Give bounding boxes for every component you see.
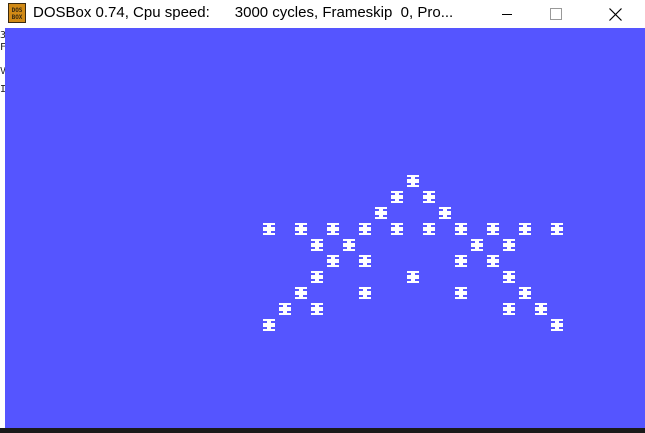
svg-text:DOS: DOS xyxy=(12,7,23,14)
star-asterisk-glyph xyxy=(421,190,437,208)
star-asterisk-glyph xyxy=(261,318,277,336)
star-asterisk-glyph xyxy=(501,270,517,288)
star-asterisk-glyph xyxy=(453,254,469,272)
star-asterisk-glyph xyxy=(405,270,421,288)
star-asterisk-glyph xyxy=(389,222,405,240)
star-asterisk-glyph xyxy=(469,238,485,256)
maximize-icon xyxy=(550,8,562,20)
star-asterisk-glyph xyxy=(549,318,565,336)
star-asterisk-glyph xyxy=(405,174,421,192)
star-asterisk-glyph xyxy=(277,302,293,320)
window-title: DOSBox 0.74, Cpu speed: 3000 cycles, Fra… xyxy=(33,4,454,21)
star-asterisk-glyph xyxy=(261,222,277,240)
star-asterisk-glyph xyxy=(309,302,325,320)
star-asterisk-glyph xyxy=(341,238,357,256)
dos-screen[interactable] xyxy=(5,28,645,428)
star-asterisk-glyph xyxy=(421,222,437,240)
star-asterisk-glyph xyxy=(533,302,549,320)
close-button[interactable] xyxy=(592,0,638,28)
minimize-icon xyxy=(502,14,512,15)
star-asterisk-glyph xyxy=(453,286,469,304)
dosbox-window: DOS BOX DOSBox 0.74, Cpu speed: 3000 cyc… xyxy=(0,0,645,433)
minimize-button[interactable] xyxy=(484,0,530,28)
star-asterisk-glyph xyxy=(309,270,325,288)
star-asterisk-glyph xyxy=(357,222,373,240)
star-asterisk-glyph xyxy=(389,190,405,208)
svg-text:BOX: BOX xyxy=(12,14,23,21)
star-asterisk-glyph xyxy=(293,286,309,304)
window-bottom-edge xyxy=(0,428,645,433)
dosbox-app-icon[interactable]: DOS BOX xyxy=(8,3,26,23)
star-asterisk-glyph xyxy=(325,222,341,240)
star-asterisk-glyph xyxy=(437,206,453,224)
star-asterisk-glyph xyxy=(517,222,533,240)
star-asterisk-glyph xyxy=(293,222,309,240)
title-bar[interactable]: DOS BOX DOSBox 0.74, Cpu speed: 3000 cyc… xyxy=(0,0,645,28)
close-icon xyxy=(608,7,622,21)
star-asterisk-glyph xyxy=(485,254,501,272)
star-asterisk-glyph xyxy=(485,222,501,240)
star-asterisk-glyph xyxy=(501,302,517,320)
star-asterisk-glyph xyxy=(357,254,373,272)
star-asterisk-glyph xyxy=(549,222,565,240)
star-asterisk-glyph xyxy=(357,286,373,304)
maximize-button[interactable] xyxy=(533,0,579,28)
star-asterisk-glyph xyxy=(501,238,517,256)
star-asterisk-glyph xyxy=(373,206,389,224)
star-asterisk-glyph xyxy=(325,254,341,272)
star-asterisk-glyph xyxy=(309,238,325,256)
star-asterisk-glyph xyxy=(517,286,533,304)
star-asterisk-glyph xyxy=(453,222,469,240)
